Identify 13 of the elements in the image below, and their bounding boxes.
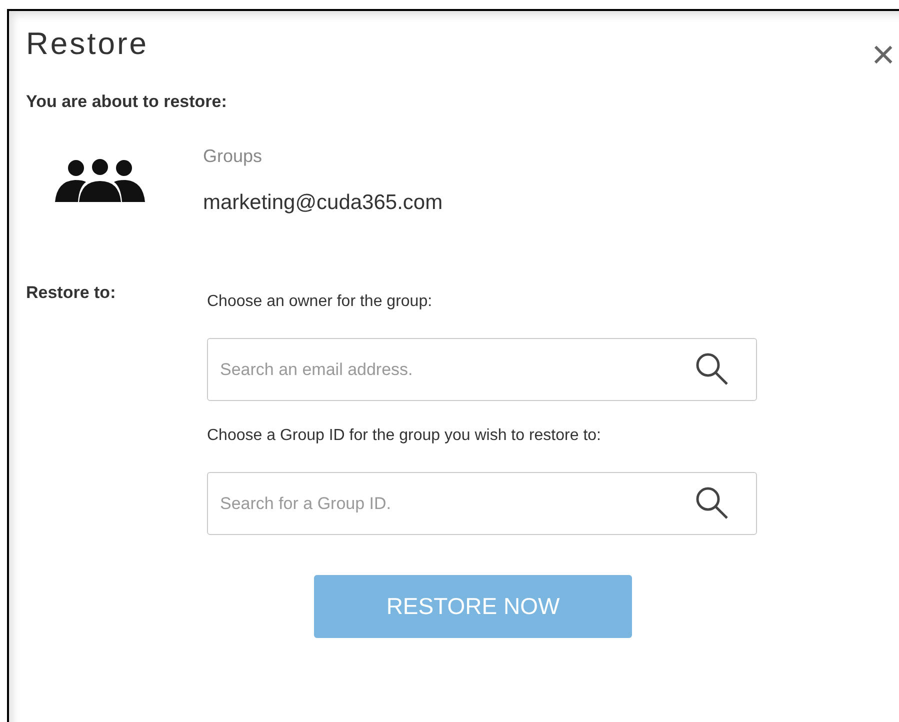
search-field[interactable]: Search an email address. [207, 338, 757, 401]
close-button[interactable]: × [872, 39, 895, 71]
dialog-title: Restore [26, 25, 149, 63]
search-field[interactable]: Search for a Group ID. [207, 472, 757, 535]
intro-text: You are about to restore: [25, 91, 228, 113]
item-name: marketing@cuda365.com [203, 190, 443, 216]
search-icon [695, 486, 729, 520]
field-label: Choose an owner for the group: [207, 292, 434, 312]
item-type: Groups [203, 144, 264, 168]
search-icon [695, 352, 729, 386]
people-icon [55, 158, 145, 202]
restore-to-label: Restore to: [26, 282, 117, 304]
field-label: Choose a Group ID for the group you wish to restore to: [207, 426, 602, 446]
